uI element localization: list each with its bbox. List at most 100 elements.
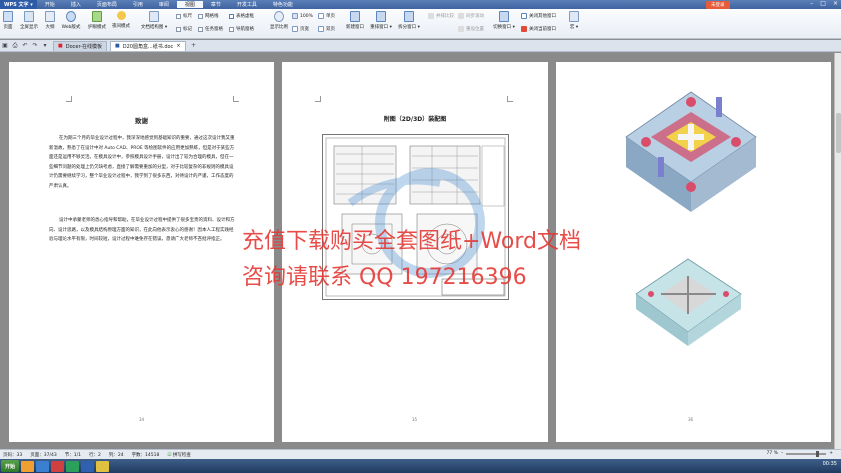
task-pane-check[interactable]: 任务窗格 [198,26,223,32]
side-by-side-button[interactable]: 并排比较 [428,13,454,19]
title-bar: WPS 文字 ▾ 开始 插入 页面布局 引用 审阅 视图 章节 开发工具 特色功能 未登录 – … [0,0,841,9]
double-page-label: 双页 [326,27,335,32]
zoom-100-button[interactable]: 100% [292,13,313,19]
outline-icon [45,11,55,22]
menu-item-2[interactable]: 页面布局 [89,1,125,8]
page-number: 34 [139,417,145,422]
crop-mark [507,96,513,102]
zoom-level[interactable]: 77 % [767,451,778,456]
status-words[interactable]: 字数：14518 [132,452,160,458]
double-page-button[interactable]: 双页 [318,26,335,32]
watermark-text: 充值下载购买全套图纸+Word文档 [242,229,581,254]
scroll-thumb[interactable] [836,113,841,153]
tab-current-doc-label: D20圆角盒...纸书.doc [122,43,174,50]
menu-item-7[interactable]: 开发工具 [229,1,265,8]
app-menu-button[interactable]: WPS 文字 ▾ [0,0,37,9]
page-title: 致谢 [135,117,148,125]
page-width-button[interactable]: 页宽 [292,26,309,32]
ruler-check[interactable]: 标尺 [176,13,192,19]
status-col: 列：24 [108,452,124,458]
maximize-icon[interactable]: □ [820,0,826,7]
eye-protect-label: 护眼模式 [88,25,106,30]
close-current-icon [521,26,527,32]
zoom-slider[interactable] [786,450,827,457]
switch-window-button[interactable]: 切换窗口 ▾ [492,11,516,30]
page-number: 36 [688,417,694,422]
redo-icon[interactable]: ↷ [30,42,40,49]
sync-scroll-label: 同步滚动 [466,14,484,19]
start-button[interactable]: 开始 [1,460,20,472]
reset-position-button[interactable]: 重设位置 [458,26,484,32]
crop-mark [315,96,321,102]
page-number: 35 [412,417,418,422]
sync-scroll-icon [458,13,464,19]
close-icon[interactable]: × [833,0,838,7]
view-page-button[interactable]: 页面 [2,11,14,30]
menu-item-6[interactable]: 章节 [203,1,229,8]
wps-icon[interactable] [81,460,95,472]
app-icon[interactable] [66,460,80,472]
nav-pane-check[interactable]: 导航窗格 [229,26,254,32]
table-gridlines-check[interactable]: 表格虚框 [229,13,254,19]
menu-item-3[interactable]: 引用 [125,1,151,8]
print-icon[interactable]: ⎙ [10,42,20,50]
zoom-out-icon[interactable]: – [781,451,783,456]
split-window-button[interactable]: 拆分窗口 ▾ [397,11,421,30]
table-gridlines-label: 表格虚框 [236,14,254,19]
night-mode-button[interactable]: 夜间模式 [110,11,132,29]
eye-protect-button[interactable]: 护眼模式 [86,11,108,30]
single-page-label: 单页 [326,14,335,19]
macro-button[interactable]: 宏 ▾ [568,11,580,30]
sync-scroll-button[interactable]: 同步滚动 [458,13,484,19]
ruler-label: 标尺 [183,14,192,19]
browser-icon[interactable] [36,460,50,472]
app-icon[interactable] [51,460,65,472]
reset-position-label: 重设位置 [466,27,484,32]
web-layout-button[interactable]: Web版式 [59,11,83,30]
zoom-in-icon[interactable]: + [829,451,833,456]
gridlines-check[interactable]: 网格线 [198,13,219,19]
arrange-window-button[interactable]: 重排窗口 ▾ [369,11,393,30]
doc-structure-button[interactable]: 文档结构图 ▾ [140,11,168,30]
menu-item-8[interactable]: 特色功能 [265,1,301,8]
close-current-window-button[interactable]: 关闭当前窗口 [521,26,556,32]
structure-icon [149,11,159,22]
menu-item-0[interactable]: 开始 [37,1,63,8]
tab-docer[interactable]: ■ Docer-在线模板 [53,40,108,51]
view-page-label: 页面 [3,25,13,30]
minimize-icon[interactable]: – [810,0,813,7]
new-tab-icon[interactable]: + [189,42,199,49]
single-page-button[interactable]: 单页 [318,13,335,19]
checkbox-checked-icon [229,13,234,19]
folder-icon[interactable] [96,460,110,472]
tab-current-doc[interactable]: ■ D20圆角盒...纸书.doc × [110,40,186,51]
outline-button[interactable]: 大纲 [43,11,57,30]
switch-window-label: 切换窗口 [493,25,512,30]
save-icon[interactable]: ▣ [0,42,10,49]
reset-position-icon [458,26,464,32]
zoom-button[interactable]: 显示比例 [268,11,290,30]
eye-icon [92,11,102,22]
check-icon: ☑ [167,452,172,458]
tab-close-icon[interactable]: × [176,43,180,49]
zoom-slider-thumb[interactable] [816,450,820,457]
doc-icon: ■ [115,43,120,49]
menu-item-5[interactable]: 视图 [176,1,203,8]
fullscreen-button[interactable]: 全屏显示 [18,11,40,30]
login-button[interactable]: 未登录 [706,1,730,9]
spell-check[interactable]: ☑ 拼写检查 [167,452,190,458]
menu-item-1[interactable]: 插入 [63,1,89,8]
new-window-button[interactable]: 新建窗口 [343,11,367,30]
markup-check[interactable]: 标记 [176,26,192,32]
close-other-windows-button[interactable]: 关闭其他窗口 [521,13,556,19]
undo-icon[interactable]: ↶ [20,42,30,49]
checkbox-icon [229,26,234,32]
macro-icon [569,11,579,22]
watermark-text: 咨询请联系 QQ 197216396 [242,265,527,290]
more-icon[interactable]: ▾ [40,42,50,49]
vertical-scrollbar[interactable] [834,53,841,449]
explorer-icon[interactable] [21,460,35,472]
spell-check-label: 拼写检查 [172,452,191,458]
page-3d-views: 36 [556,62,831,442]
menu-item-4[interactable]: 审阅 [151,1,177,8]
